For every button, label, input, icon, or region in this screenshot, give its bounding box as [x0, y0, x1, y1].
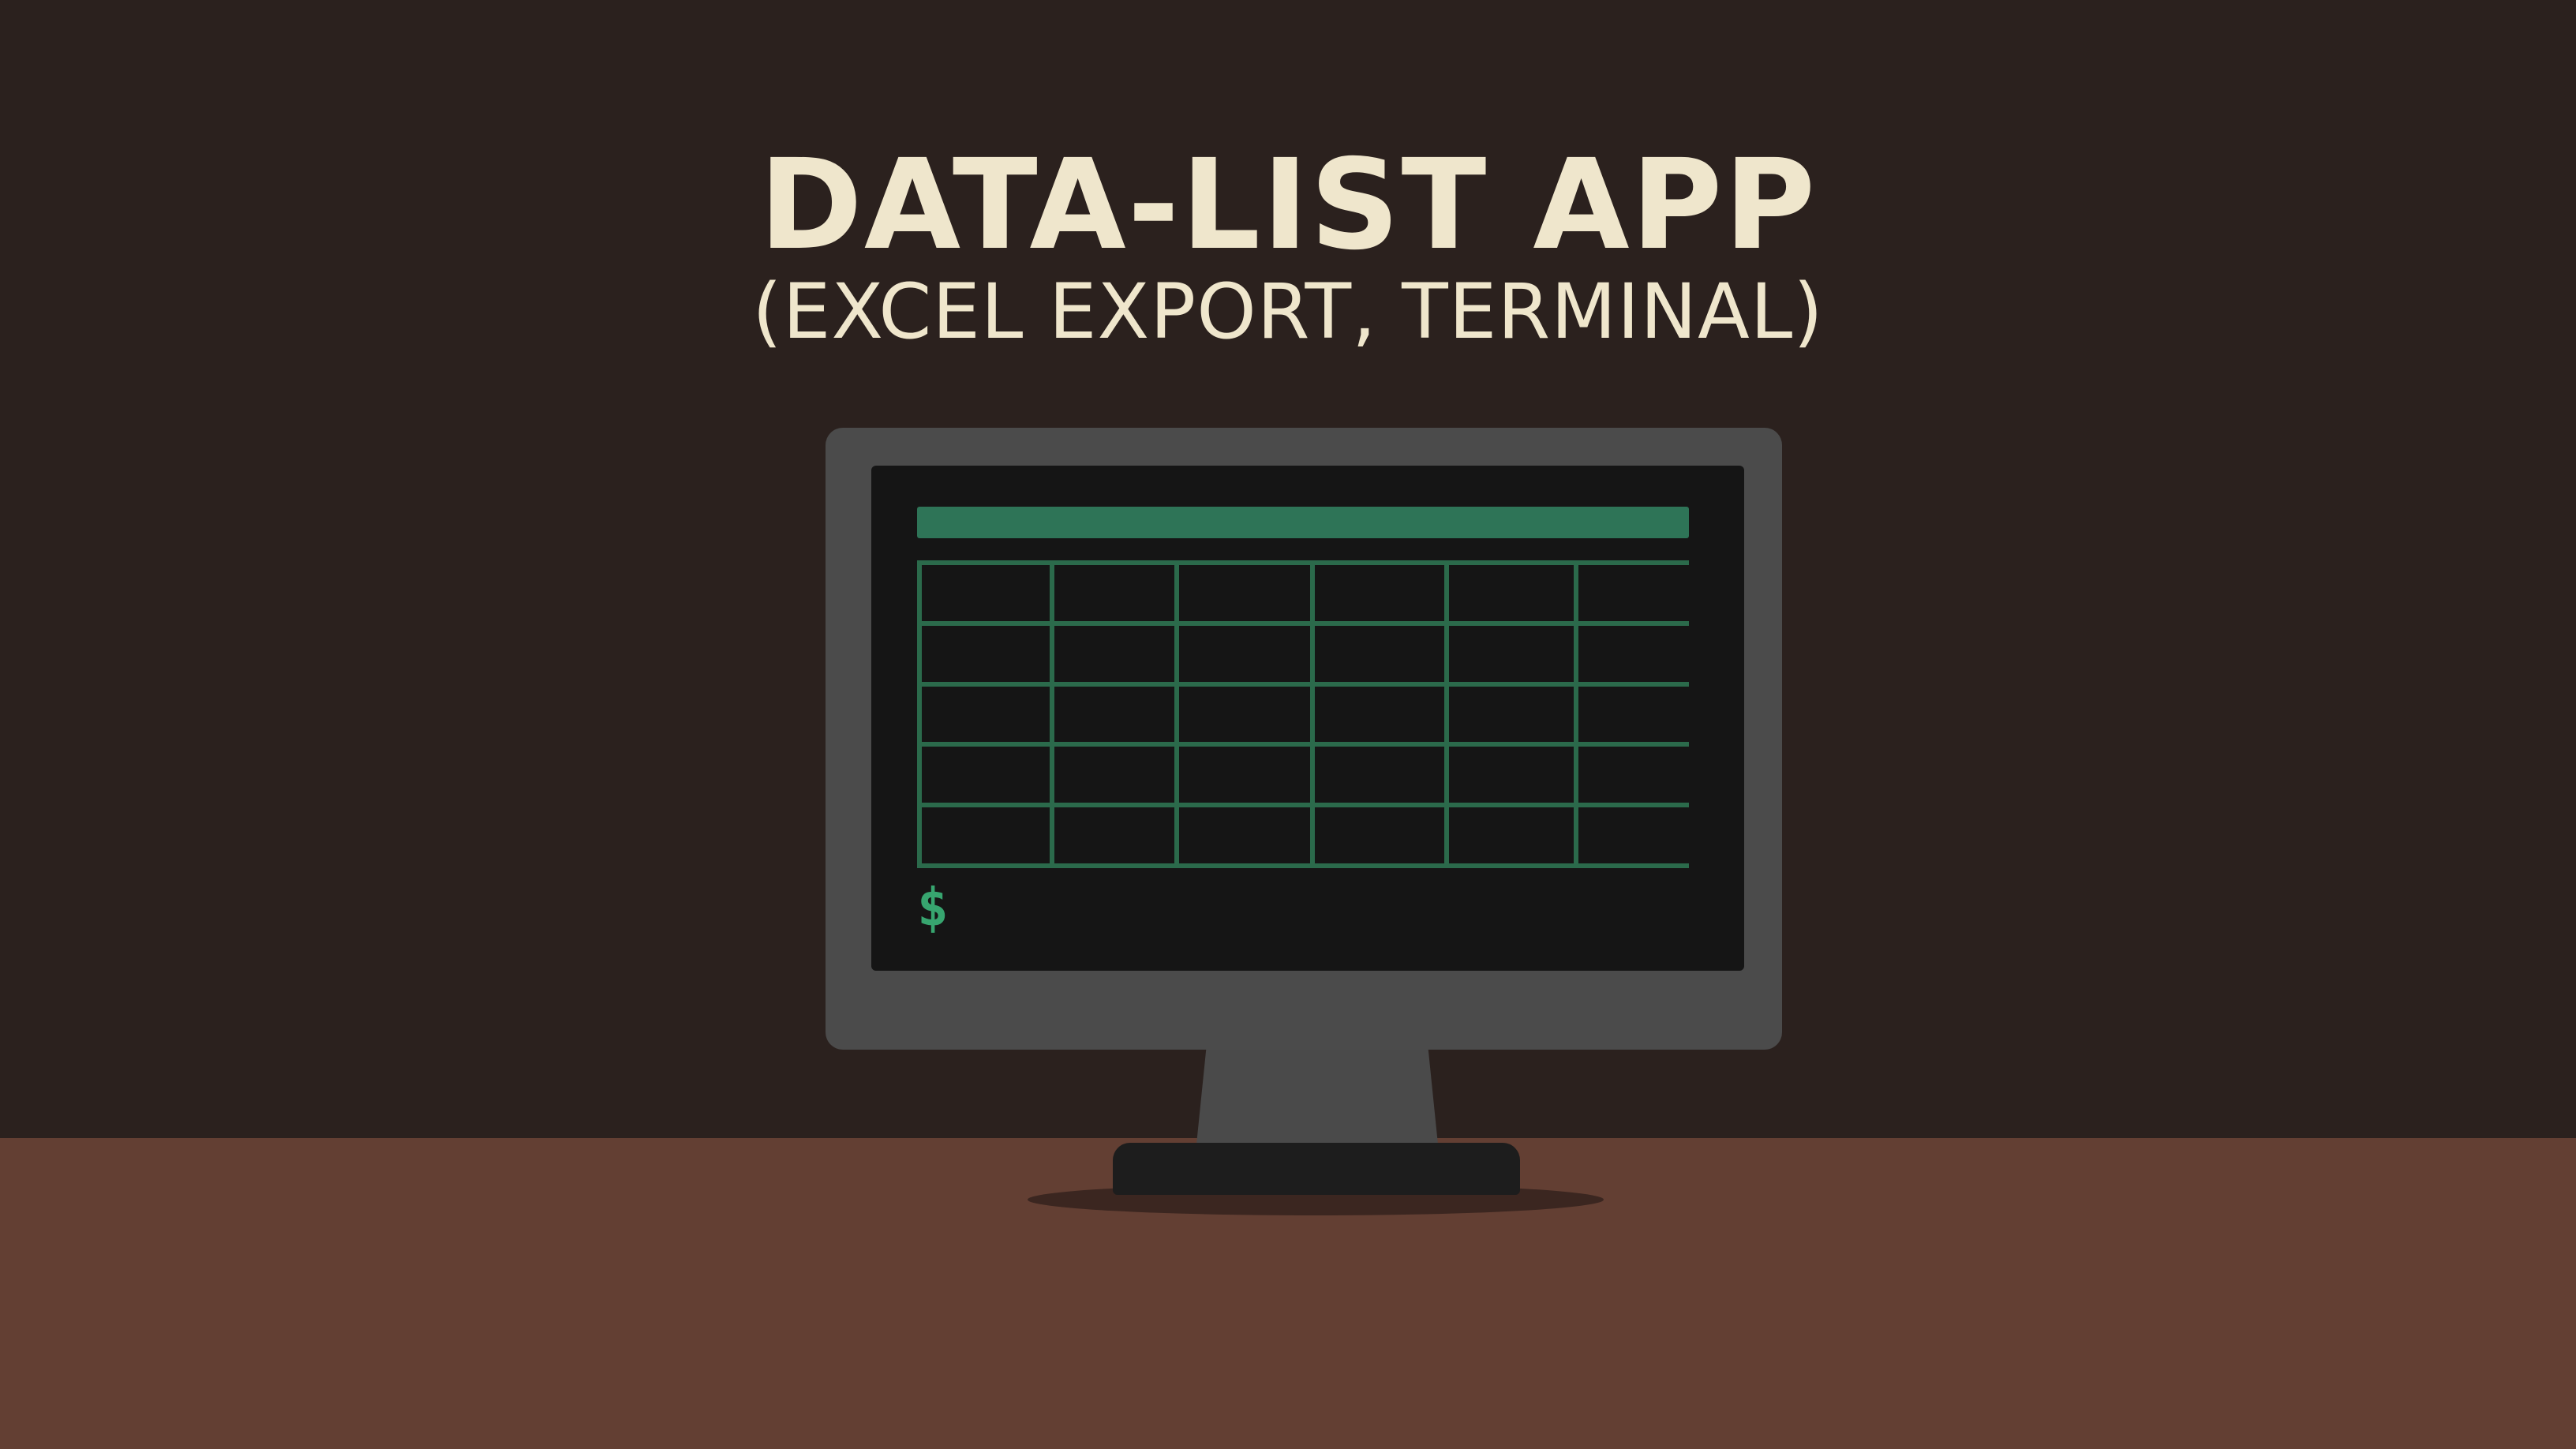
- spreadsheet-cell: [1179, 565, 1310, 621]
- spreadsheet-cell: [1054, 747, 1174, 803]
- page-title: DATA-LIST APP: [758, 133, 1818, 278]
- spreadsheet-cell: [1179, 747, 1310, 803]
- illustration-scene: DATA-LIST APP (EXCEL EXPORT, TERMINAL) $: [0, 0, 2576, 1449]
- spreadsheet-cell: [1578, 686, 1705, 743]
- monitor-stand-base: [1113, 1143, 1520, 1195]
- monitor: $: [826, 428, 1782, 1050]
- spreadsheet-grid: [917, 560, 1705, 868]
- spreadsheet-header-bar: [917, 507, 1689, 538]
- spreadsheet-cell: [922, 625, 1050, 682]
- spreadsheet-cell: [1315, 625, 1444, 682]
- monitor-stand-neck: [1196, 1050, 1438, 1144]
- spreadsheet-cell: [1578, 565, 1705, 621]
- spreadsheet-cell: [1449, 565, 1574, 621]
- spreadsheet-cell: [1179, 625, 1310, 682]
- spreadsheet-cell: [1054, 565, 1174, 621]
- spreadsheet-cell: [1449, 807, 1574, 863]
- spreadsheet-cell: [1054, 686, 1174, 743]
- terminal-prompt: $: [917, 877, 949, 938]
- spreadsheet-cell: [922, 686, 1050, 743]
- spreadsheet-cell: [1179, 686, 1310, 743]
- page-subtitle: (EXCEL EXPORT, TERMINAL): [752, 268, 1824, 356]
- monitor-screen: $: [871, 466, 1744, 971]
- spreadsheet-cell: [1179, 807, 1310, 863]
- spreadsheet-cell: [1578, 747, 1705, 803]
- spreadsheet-cell: [1578, 807, 1705, 863]
- spreadsheet-cell: [1449, 625, 1574, 682]
- spreadsheet-cell: [1315, 747, 1444, 803]
- spreadsheet-cell: [1054, 807, 1174, 863]
- spreadsheet-cell: [1449, 686, 1574, 743]
- spreadsheet-cell: [1449, 747, 1574, 803]
- spreadsheet-cell: [922, 807, 1050, 863]
- spreadsheet-cell: [922, 565, 1050, 621]
- spreadsheet-cell: [1054, 625, 1174, 682]
- spreadsheet-cell: [1315, 807, 1444, 863]
- spreadsheet-cell: [922, 747, 1050, 803]
- spreadsheet-cell: [1315, 565, 1444, 621]
- spreadsheet-cell: [1578, 625, 1705, 682]
- spreadsheet-cell: [1315, 686, 1444, 743]
